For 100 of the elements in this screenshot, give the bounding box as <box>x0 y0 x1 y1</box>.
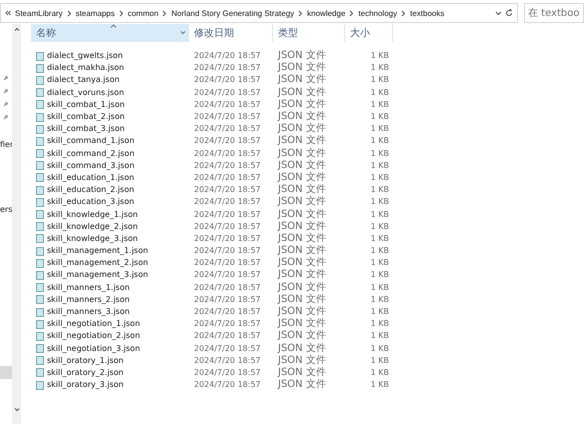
address-bar[interactable]: SteamLibrary steamapps common Norland Story Generating Strategy knowledge technology textbooks <box>0 3 518 23</box>
size-cell-text: 1 KB <box>370 135 390 148</box>
file-name[interactable]: skill_combat_3.json <box>47 123 125 136</box>
nav-item[interactable]: fier <box>0 138 12 151</box>
type-cell-text: JSON 文件 <box>276 269 327 282</box>
breadcrumb-link[interactable]: Norland Story Generating Strategy <box>170 8 296 18</box>
file-name[interactable]: dialect_gwelts.json <box>47 50 123 62</box>
size-cell-text: 1 KB <box>370 220 390 233</box>
file-name[interactable]: skill_combat_1.json <box>47 98 125 111</box>
file-name[interactable]: dialect_makha.json <box>47 62 124 74</box>
dropdown-icon[interactable] <box>180 31 186 35</box>
file-name[interactable]: skill_manners_3.json <box>47 306 130 318</box>
pin-icon[interactable] <box>3 75 9 81</box>
type-cell-text: JSON 文件 <box>276 86 327 98</box>
file-name[interactable]: skill_oratory_2.json <box>47 366 124 379</box>
type-cell-text: JSON 文件 <box>276 220 327 232</box>
nav-item[interactable]: ers <box>0 203 12 216</box>
file-name[interactable]: skill_knowledge_3.json <box>47 232 138 245</box>
file-name[interactable]: skill_command_1.json <box>47 135 134 148</box>
file-name[interactable]: skill_command_2.json <box>47 148 134 160</box>
breadcrumb-link[interactable]: technology <box>357 8 398 18</box>
date-cell-text: 2024/7/20 18:57 <box>193 123 262 136</box>
type-cell-text: JSON 文件 <box>276 74 327 86</box>
file-name[interactable]: skill_knowledge_1.json <box>47 208 138 221</box>
pin-icon[interactable] <box>3 101 9 107</box>
size-cell-text: 1 KB <box>370 160 390 172</box>
size-cell-text: 1 KB <box>370 269 390 282</box>
search-field[interactable]: 在 textboo <box>524 3 584 23</box>
column-header[interactable]: 修改日期 <box>189 24 273 42</box>
size-cell-text: 1 KB <box>370 330 390 342</box>
file-name[interactable]: skill_education_3.json <box>47 196 134 208</box>
date-cell-text: 2024/7/20 18:57 <box>193 245 262 258</box>
dropdown-icon[interactable] <box>495 10 502 16</box>
file-name[interactable]: skill_oratory_1.json <box>47 354 124 367</box>
size-cell-text: 1 KB <box>370 342 390 355</box>
type-cell-text: JSON 文件 <box>276 111 327 122</box>
type-cell-text: JSON 文件 <box>276 50 327 62</box>
file-name[interactable]: skill_negotiation_3.json <box>47 342 140 355</box>
date-cell-text: 2024/7/20 18:57 <box>193 257 262 270</box>
file-name[interactable]: skill_management_3.json <box>47 269 148 282</box>
size-cell-text: 1 KB <box>370 98 390 111</box>
date-cell-text: 2024/7/20 18:57 <box>193 330 262 342</box>
breadcrumb-link[interactable]: common <box>126 8 160 18</box>
breadcrumb-link[interactable]: knowledge <box>306 8 346 18</box>
type-cell-text: JSON 文件 <box>276 135 327 148</box>
scrollbar[interactable] <box>12 24 21 424</box>
pin-icon[interactable] <box>3 88 9 94</box>
date-cell-text: 2024/7/20 18:57 <box>193 342 262 355</box>
breadcrumb-link[interactable]: steamapps <box>74 8 116 18</box>
column-header[interactable]: 名称 <box>31 24 189 42</box>
file-name[interactable]: skill_management_1.json <box>47 245 148 258</box>
type-cell-text: JSON 文件 <box>276 62 327 74</box>
type-cell-text: JSON 文件 <box>276 172 327 184</box>
column-header[interactable]: 大小 <box>345 24 393 42</box>
pin-icon[interactable] <box>3 114 9 120</box>
file-name[interactable]: skill_education_1.json <box>47 172 134 184</box>
scroll-down-icon[interactable] <box>14 408 20 412</box>
scroll-up-icon[interactable] <box>14 27 20 31</box>
size-cell-text: 1 KB <box>370 123 390 136</box>
size-cell-text: 1 KB <box>370 74 390 86</box>
chevron-right-icon <box>349 10 354 16</box>
refresh-icon[interactable] <box>505 9 513 17</box>
size-cell-text: 1 KB <box>370 62 390 74</box>
date-cell-text: 2024/7/20 18:57 <box>193 62 262 74</box>
file-name[interactable]: skill_manners_1.json <box>47 282 130 294</box>
file-name[interactable]: skill_education_2.json <box>47 184 134 196</box>
type-cell-text: JSON 文件 <box>276 148 327 160</box>
date-cell-text: 2024/7/20 18:57 <box>193 282 262 294</box>
size-cell-text: 1 KB <box>370 196 390 208</box>
date-cell-text: 2024/7/20 18:57 <box>193 196 262 208</box>
breadcrumb-link[interactable]: SteamLibrary <box>14 8 64 18</box>
file-name[interactable]: skill_knowledge_2.json <box>47 220 138 233</box>
file-name[interactable]: skill_negotiation_1.json <box>47 318 140 330</box>
date-cell-text: 2024/7/20 18:57 <box>193 306 262 318</box>
file-name[interactable]: skill_command_3.json <box>47 160 134 172</box>
type-cell-text: JSON 文件 <box>276 342 327 354</box>
file-name[interactable]: skill_combat_2.json <box>47 111 125 124</box>
file-name[interactable]: skill_manners_2.json <box>47 294 130 306</box>
double-chevron-icon[interactable] <box>5 10 11 16</box>
type-cell-text: JSON 文件 <box>276 330 327 342</box>
file-name[interactable]: skill_negotiation_2.json <box>47 330 140 342</box>
date-cell-text: 2024/7/20 18:57 <box>193 86 262 99</box>
chevron-right-icon <box>298 10 304 16</box>
type-cell-text: JSON 文件 <box>276 245 327 256</box>
date-cell-text: 2024/7/20 18:57 <box>193 98 262 111</box>
date-cell-text: 2024/7/20 18:57 <box>193 366 262 379</box>
size-cell-text: 1 KB <box>370 354 390 367</box>
date-cell-text: 2024/7/20 18:57 <box>193 379 262 392</box>
date-cell-text: 2024/7/20 18:57 <box>193 74 262 86</box>
chevron-right-icon <box>162 10 168 16</box>
file-name[interactable]: skill_oratory_3.json <box>47 379 124 392</box>
sort-up-icon <box>110 24 116 28</box>
date-cell-text: 2024/7/20 18:57 <box>193 111 262 124</box>
file-name[interactable]: skill_management_2.json <box>47 257 148 270</box>
date-cell-text: 2024/7/20 18:57 <box>193 135 262 148</box>
breadcrumb-link[interactable]: textbooks <box>409 8 446 18</box>
file-name[interactable]: dialect_voruns.json <box>47 86 124 99</box>
column-header[interactable]: 类型 <box>273 24 345 42</box>
file-name[interactable]: dialect_tanya.json <box>47 74 120 86</box>
type-cell-text: JSON 文件 <box>276 98 327 110</box>
